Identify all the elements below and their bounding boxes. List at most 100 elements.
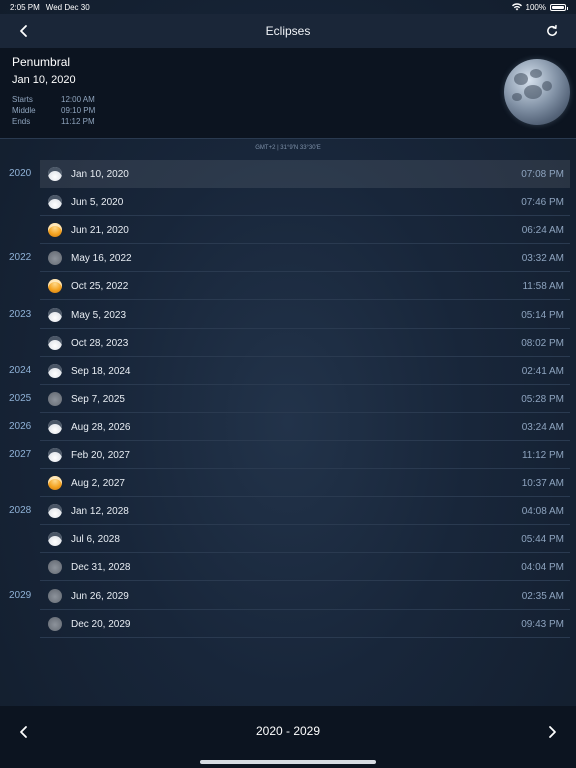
decade-range: 2020 - 2029: [255, 724, 321, 738]
partial-eclipse-icon: [48, 560, 62, 575]
eclipse-date: Dec 31, 2028: [71, 562, 131, 574]
home-indicator[interactable]: [200, 760, 376, 764]
eclipse-row[interactable]: 2029 Jun 26, 2029 02:35 AM: [0, 582, 576, 610]
chevron-left-icon[interactable]: [16, 23, 32, 39]
eclipse-date: Dec 20, 2029: [71, 618, 131, 630]
wifi-icon: [511, 3, 522, 11]
ends-label: Ends: [12, 117, 31, 126]
eclipse-row[interactable]: 2027 Feb 20, 2027 11:12 PM: [0, 441, 576, 469]
eclipse-time: 02:41 AM: [521, 365, 564, 377]
eclipse-times: Starts 12:00 AM Middle 09:10 PM Ends 11:…: [12, 94, 95, 127]
penumbral-eclipse-icon: [48, 363, 62, 378]
eclipse-row[interactable]: Oct 28, 2023 08:02 PM: [0, 329, 576, 357]
eclipse-time: 05:14 PM: [521, 309, 564, 321]
eclipse-cell[interactable]: Oct 25, 2022 11:58 AM: [40, 272, 570, 301]
eclipse-date: Feb 20, 2027: [71, 450, 130, 461]
partial-eclipse-icon: [48, 588, 62, 603]
penumbral-eclipse-icon: [48, 167, 62, 181]
location-info: GMT+2 | 31°9'N 33°30'E: [0, 138, 576, 156]
eclipse-cell[interactable]: Aug 2, 2027 10:37 AM: [40, 469, 570, 498]
eclipse-row[interactable]: Aug 2, 2027 10:37 AM: [0, 469, 576, 498]
eclipse-date: Aug 28, 2026: [71, 421, 131, 433]
eclipse-date: Jun 26, 2029: [71, 590, 129, 602]
eclipse-row[interactable]: Jul 6, 2028 05:44 PM: [0, 525, 576, 554]
year-label: 2025: [9, 392, 32, 404]
year-label: 2023: [9, 308, 32, 320]
eclipse-cell[interactable]: Jun 5, 2020 07:46 PM: [40, 188, 570, 217]
eclipse-row[interactable]: 2026 Aug 28, 2026 03:24 AM: [0, 413, 576, 441]
year-label: 2026: [9, 420, 32, 432]
middle-value: 09:10 PM: [61, 106, 96, 115]
eclipse-date: Jan 10, 2020: [71, 169, 129, 180]
eclipse-time: 03:32 AM: [521, 253, 564, 265]
eclipse-row[interactable]: 2022 May 16, 2022 03:32 AM: [0, 244, 576, 273]
eclipse-time: 11:58 AM: [522, 281, 564, 293]
partial-eclipse-icon: [48, 251, 62, 266]
year-label: 2028: [9, 505, 32, 517]
starts-label: Starts: [12, 95, 33, 104]
navigation-bar: Eclipses: [0, 14, 576, 48]
eclipse-cell[interactable]: Jan 12, 2028 04:08 AM: [40, 497, 570, 526]
status-bar: 2:05 PM Wed Dec 30 100%: [0, 0, 576, 14]
year-label: 2022: [9, 252, 32, 264]
penumbral-eclipse-icon: [48, 419, 62, 434]
eclipse-cell[interactable]: May 5, 2023 05:14 PM: [40, 301, 570, 329]
eclipse-cell[interactable]: Jun 21, 2020 06:24 AM: [40, 216, 570, 245]
eclipse-time: 11:12 PM: [521, 450, 564, 461]
battery-icon: [550, 3, 568, 11]
total-eclipse-icon: [48, 223, 62, 238]
eclipse-cell[interactable]: Feb 20, 2027 11:12 PM: [40, 441, 570, 469]
total-eclipse-icon: [48, 279, 62, 294]
refresh-icon[interactable]: [544, 23, 560, 39]
eclipse-date: Oct 25, 2022: [71, 281, 129, 293]
eclipse-row[interactable]: 2025 Sep 7, 2025 05:28 PM: [0, 385, 576, 413]
eclipse-cell[interactable]: Jun 26, 2029 02:35 AM: [40, 582, 570, 610]
year-label: 2029: [9, 589, 32, 601]
eclipse-type: Penumbral: [12, 55, 71, 69]
eclipse-date: Jun 5, 2020: [71, 197, 124, 209]
eclipse-row[interactable]: Dec 20, 2029 09:43 PM: [0, 610, 576, 638]
eclipse-cell[interactable]: Jan 10, 2020 07:08 PM: [40, 160, 570, 188]
penumbral-eclipse-icon: [48, 195, 62, 210]
year-label: 2020: [9, 168, 32, 179]
eclipse-date: Jun 21, 2020: [71, 225, 129, 237]
year-label: 2027: [9, 449, 32, 460]
eclipse-time: 10:37 AM: [521, 478, 564, 490]
eclipse-cell[interactable]: Sep 7, 2025 05:28 PM: [40, 385, 570, 413]
footer-bar: 2020 - 2029: [0, 706, 576, 768]
eclipse-date: Oct 28, 2023: [71, 337, 129, 349]
eclipse-row[interactable]: Jun 21, 2020 06:24 AM: [0, 216, 576, 245]
eclipse-cell[interactable]: Aug 28, 2026 03:24 AM: [40, 413, 570, 441]
eclipse-date: Jul 6, 2028: [71, 534, 120, 546]
eclipse-time: 06:24 AM: [521, 225, 564, 237]
eclipse-cell[interactable]: Sep 18, 2024 02:41 AM: [40, 357, 570, 385]
eclipse-cell[interactable]: Dec 20, 2029 09:43 PM: [40, 610, 570, 638]
eclipse-date: Aug 2, 2027: [71, 478, 125, 490]
eclipse-cell[interactable]: Jul 6, 2028 05:44 PM: [40, 525, 570, 554]
eclipse-row[interactable]: Jun 5, 2020 07:46 PM: [0, 188, 576, 217]
eclipse-row[interactable]: 2023 May 5, 2023 05:14 PM: [0, 301, 576, 329]
eclipse-cell[interactable]: Oct 28, 2023 08:02 PM: [40, 329, 570, 357]
partial-eclipse-icon: [48, 391, 62, 406]
eclipse-time: 08:02 PM: [521, 337, 564, 349]
penumbral-eclipse-icon: [48, 335, 62, 350]
eclipse-date: May 16, 2022: [71, 253, 132, 265]
eclipse-time: 04:08 AM: [521, 506, 564, 518]
eclipse-time: 04:04 PM: [521, 562, 564, 574]
eclipse-time: 05:28 PM: [521, 393, 564, 405]
penumbral-eclipse-icon: [48, 307, 62, 322]
ends-value: 11:12 PM: [61, 117, 95, 126]
eclipse-time: 07:08 PM: [521, 169, 564, 180]
eclipse-cell[interactable]: Dec 31, 2028 04:04 PM: [40, 553, 570, 582]
eclipse-row[interactable]: 2020 Jan 10, 2020 07:08 PM: [0, 160, 576, 188]
eclipse-row[interactable]: Oct 25, 2022 11:58 AM: [0, 272, 576, 301]
eclipse-row[interactable]: 2028 Jan 12, 2028 04:08 AM: [0, 497, 576, 526]
penumbral-eclipse-icon: [48, 532, 62, 547]
eclipse-row[interactable]: 2024 Sep 18, 2024 02:41 AM: [0, 357, 576, 385]
eclipse-time: 09:43 PM: [521, 618, 564, 630]
eclipse-time: 07:46 PM: [521, 197, 564, 209]
moon-image: [504, 59, 570, 125]
eclipse-row[interactable]: Dec 31, 2028 04:04 PM: [0, 553, 576, 582]
chevron-right-icon[interactable]: [544, 724, 560, 740]
eclipse-cell[interactable]: May 16, 2022 03:32 AM: [40, 244, 570, 273]
